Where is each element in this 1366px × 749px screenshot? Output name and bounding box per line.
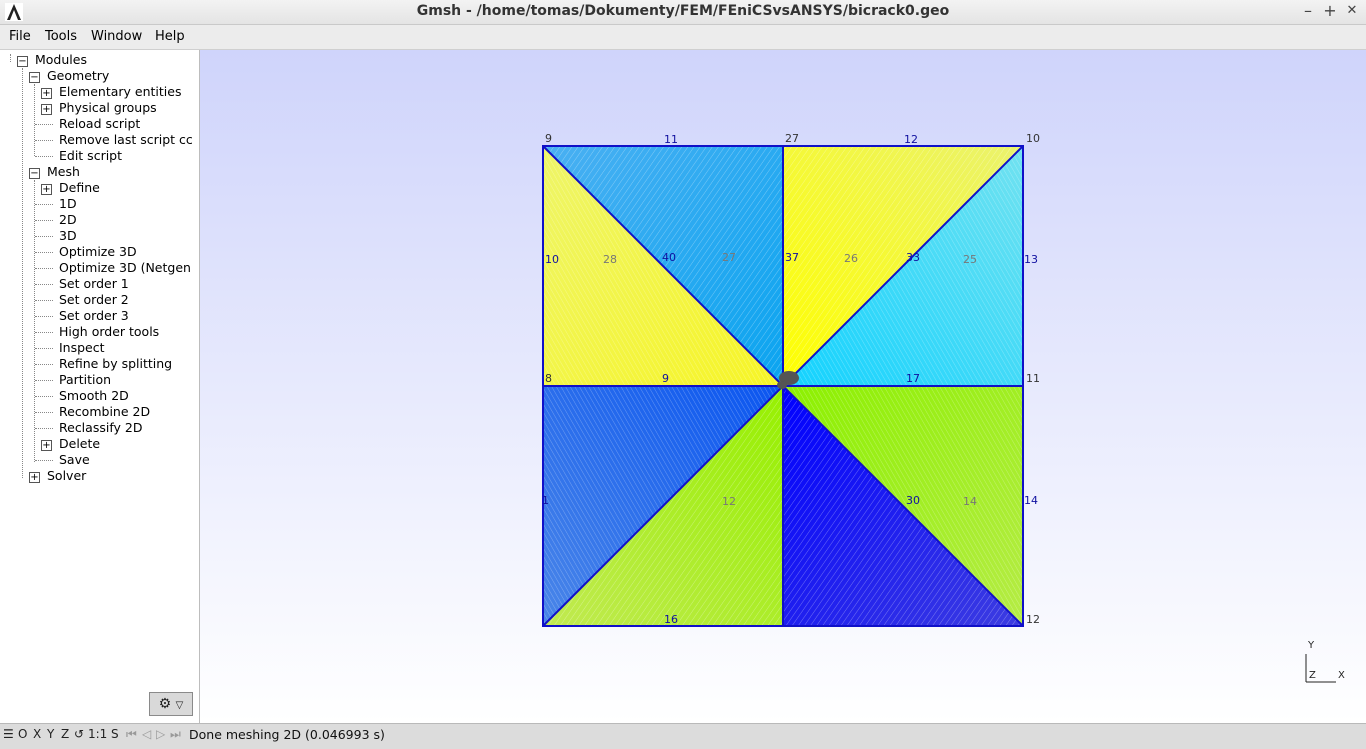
curve-label-9: 9: [662, 372, 669, 385]
minimize-button[interactable]: –: [1298, 1, 1318, 21]
curve-label-14: 14: [1024, 494, 1038, 507]
view-y-button[interactable]: Y: [47, 727, 54, 741]
mesh-view[interactable]: 9 27 10 8 11 12 11 12 10 13 40 37 33 9 1…: [200, 50, 1366, 723]
tree-item-partition[interactable]: Partition: [59, 372, 111, 388]
tree-item-reclassify-2d[interactable]: Reclassify 2D: [59, 420, 142, 436]
tree-item-mesh[interactable]: Mesh: [47, 164, 80, 180]
tree-item-set-order-3[interactable]: Set order 3: [59, 308, 129, 324]
tree-item-geometry[interactable]: Geometry: [47, 68, 109, 84]
menu-bar: File Tools Window Help: [0, 25, 1366, 50]
tree-item-recombine-2d[interactable]: Recombine 2D: [59, 404, 150, 420]
axis-label-y: Y: [1307, 640, 1315, 651]
collapse-icon[interactable]: −: [17, 56, 28, 67]
point-label-10: 10: [1026, 132, 1040, 145]
axis-label-z: Z: [1309, 670, 1316, 681]
curve-label-12: 12: [904, 133, 918, 146]
surface-label-26: 26: [844, 252, 858, 265]
graphics-window[interactable]: 9 27 10 8 11 12 11 12 10 13 40 37 33 9 1…: [200, 50, 1366, 723]
options-menu-button[interactable]: ⚙ ▽: [149, 692, 193, 716]
curve-label-30: 30: [906, 494, 920, 507]
crack-tip-marker-2: [777, 381, 787, 389]
tree-item-smooth-2d[interactable]: Smooth 2D: [59, 388, 129, 404]
tree-item-elementary-entities[interactable]: Elementary entities: [59, 84, 182, 100]
tree-item-delete[interactable]: Delete: [59, 436, 100, 452]
axes-indicator: Y Z X: [1305, 640, 1345, 683]
expand-icon[interactable]: +: [41, 184, 52, 195]
collapse-icon[interactable]: −: [29, 72, 40, 83]
menu-toggle-icon[interactable]: ☰: [3, 727, 14, 741]
curve-label-16: 16: [664, 613, 678, 626]
expand-icon[interactable]: +: [41, 88, 52, 99]
tree-item-3d[interactable]: 3D: [59, 228, 77, 244]
view-s-button[interactable]: S: [111, 727, 119, 741]
tree-item-inspect[interactable]: Inspect: [59, 340, 105, 356]
prev-step-icon[interactable]: ◁: [142, 727, 151, 741]
status-message: Done meshing 2D (0.046993 s): [189, 727, 385, 742]
point-label-8: 8: [545, 372, 552, 385]
close-button[interactable]: ✕: [1342, 1, 1362, 21]
axis-label-x: X: [1338, 670, 1345, 681]
tree-item-edit-script[interactable]: Edit script: [59, 148, 122, 164]
view-z-button[interactable]: Z: [61, 727, 69, 741]
curve-label-11: 11: [664, 133, 678, 146]
collapse-icon[interactable]: −: [29, 168, 40, 179]
maximize-button[interactable]: +: [1320, 1, 1340, 21]
tree-item-physical-groups[interactable]: Physical groups: [59, 100, 157, 116]
tree-item-set-order-2[interactable]: Set order 2: [59, 292, 129, 308]
menu-window[interactable]: Window: [91, 29, 142, 44]
curve-label-13: 13: [1024, 253, 1038, 266]
view-o-button[interactable]: O: [18, 727, 27, 741]
curve-label-10: 10: [545, 253, 559, 266]
tree-item-optimize-3d-netgen[interactable]: Optimize 3D (Netgen: [59, 260, 191, 276]
tree-item-2d[interactable]: 2D: [59, 212, 77, 228]
curve-label-33: 33: [906, 251, 920, 264]
tree-item-reload-script[interactable]: Reload script: [59, 116, 140, 132]
gear-icon: ⚙: [158, 696, 172, 712]
menu-help[interactable]: Help: [155, 29, 185, 44]
curve-label-40: 40: [662, 251, 676, 264]
window-title: Gmsh - /home/tomas/Dokumenty/FEM/FEniCSv…: [416, 3, 950, 19]
menu-file[interactable]: File: [9, 29, 31, 44]
next-step-icon[interactable]: ▷: [156, 727, 165, 741]
tree-item-refine-by-splitting[interactable]: Refine by splitting: [59, 356, 172, 372]
view-x-button[interactable]: X: [33, 727, 41, 741]
surface-label-27: 27: [722, 251, 736, 264]
tree-item-solver[interactable]: Solver: [47, 468, 86, 484]
point-label-11: 11: [1026, 372, 1040, 385]
curve-label-37: 37: [785, 251, 799, 264]
tree-item-set-order-1[interactable]: Set order 1: [59, 276, 129, 292]
surface-label-25: 25: [963, 253, 977, 266]
point-label-9: 9: [545, 132, 552, 145]
point-label-27: 27: [785, 132, 799, 145]
curve-label-1: 1: [542, 494, 549, 507]
surface-label-12: 12: [722, 495, 736, 508]
point-label-12: 12: [1026, 613, 1040, 626]
rotate-icon[interactable]: ↺: [74, 727, 84, 741]
surface-label-14: 14: [963, 495, 977, 508]
expand-icon[interactable]: +: [41, 440, 52, 451]
expand-icon[interactable]: +: [41, 104, 52, 115]
module-tree: − Modules − Geometry + Elementary entiti…: [0, 50, 200, 723]
tree-item-save[interactable]: Save: [59, 452, 90, 468]
tree-item-modules[interactable]: Modules: [35, 52, 87, 68]
title-bar: Gmsh - /home/tomas/Dokumenty/FEM/FEniCSv…: [0, 0, 1366, 25]
tree-item-optimize-3d[interactable]: Optimize 3D: [59, 244, 137, 260]
tree-item-1d[interactable]: 1D: [59, 196, 77, 212]
tree-item-remove-last-script[interactable]: Remove last script cc: [59, 132, 193, 148]
tree-item-define[interactable]: Define: [59, 180, 100, 196]
status-bar: ☰ O X Y Z ↺ 1:1 S ⏮ ◁ ▷ ⏭ Done meshing 2…: [0, 723, 1366, 749]
scale-1-1-button[interactable]: 1:1: [88, 727, 107, 741]
menu-tools[interactable]: Tools: [45, 29, 77, 44]
first-step-icon[interactable]: ⏮: [126, 727, 137, 742]
curve-label-17: 17: [906, 372, 920, 385]
tree-item-high-order-tools[interactable]: High order tools: [59, 324, 159, 340]
expand-icon[interactable]: +: [29, 472, 40, 483]
surface-label-28: 28: [603, 253, 617, 266]
chevron-down-icon: ▽: [175, 700, 184, 711]
last-step-icon[interactable]: ⏭: [170, 727, 181, 742]
